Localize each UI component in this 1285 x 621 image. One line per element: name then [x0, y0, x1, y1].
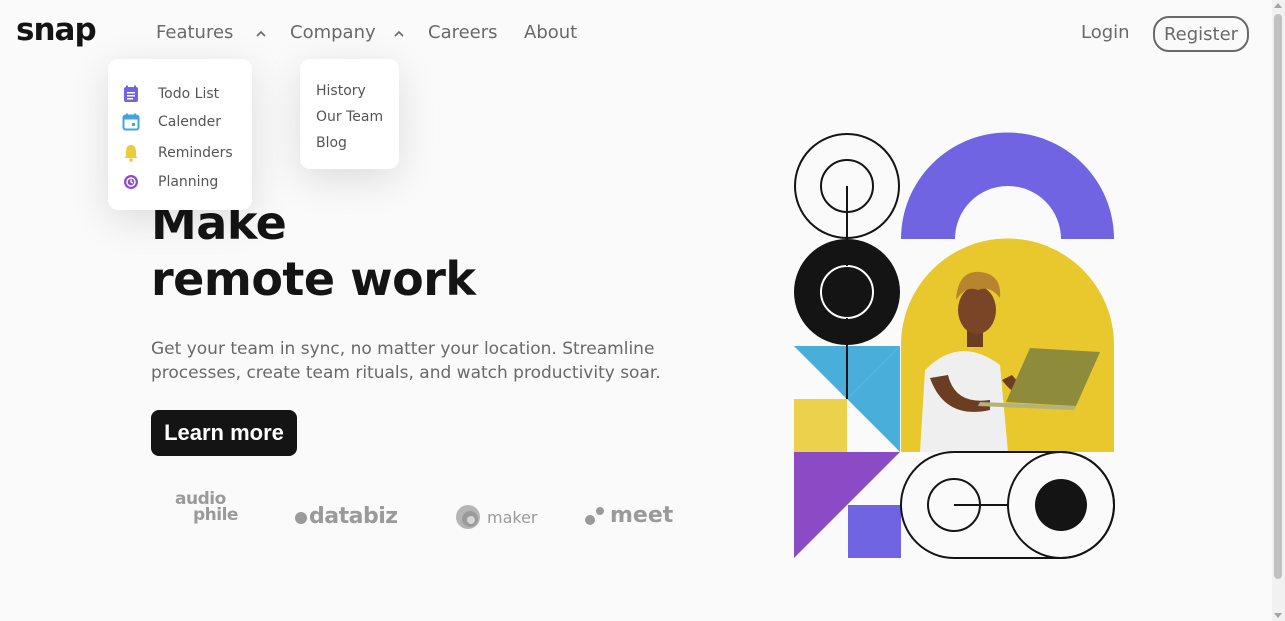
databiz-text: databiz: [309, 504, 398, 529]
hero-illustration: [780, 120, 1125, 569]
chevron-up-icon[interactable]: [255, 28, 267, 40]
company-dropdown: History Our Team Blog: [300, 59, 399, 169]
menu-item-label: Planning: [158, 174, 219, 190]
hero-subtitle: Get your team in sync, no matter your lo…: [151, 339, 661, 383]
menu-item-calender[interactable]: Calender: [122, 113, 221, 131]
learn-more-button[interactable]: Learn more: [151, 410, 297, 456]
menu-item-todo-list[interactable]: Todo List: [122, 85, 219, 103]
bell-icon: [122, 144, 140, 162]
hero-title: Make remote work: [151, 195, 476, 307]
client-databiz-logo: databiz: [294, 504, 398, 529]
scroll-up-arrow-icon[interactable]: [1274, 3, 1282, 8]
nav-careers[interactable]: Careers: [428, 22, 498, 43]
audiophile-line2: phile: [193, 505, 238, 525]
calendar-icon: [122, 113, 140, 131]
snap-logo[interactable]: snap: [16, 12, 97, 48]
todo-icon: [122, 85, 140, 103]
menu-item-label: Reminders: [158, 145, 233, 161]
menu-item-our-team[interactable]: Our Team: [316, 109, 383, 125]
hero-title-line2: remote work: [151, 252, 476, 306]
menu-item-label: Calender: [158, 114, 221, 130]
menu-item-planning[interactable]: Planning: [122, 173, 218, 191]
login-link[interactable]: Login: [1081, 22, 1130, 43]
register-button[interactable]: Register: [1153, 16, 1249, 52]
nav-about[interactable]: About: [524, 22, 577, 43]
page-scrollbar[interactable]: [1272, 0, 1285, 621]
scroll-thumb[interactable]: [1274, 14, 1282, 579]
menu-item-blog[interactable]: Blog: [316, 135, 347, 151]
client-meet-logo: meet: [584, 503, 673, 528]
nav-company[interactable]: Company: [290, 22, 376, 43]
planning-icon: [122, 173, 140, 191]
features-dropdown: Todo List Calender Reminders Planning: [108, 59, 252, 210]
meet-text: meet: [610, 503, 674, 528]
scroll-down-arrow-icon[interactable]: [1274, 613, 1282, 618]
menu-item-reminders[interactable]: Reminders: [122, 144, 233, 162]
nav-features[interactable]: Features: [156, 22, 233, 43]
maker-text: maker: [487, 507, 538, 527]
menu-item-label: Todo List: [158, 86, 220, 102]
menu-item-history[interactable]: History: [316, 83, 366, 99]
client-maker-logo: maker: [455, 504, 538, 530]
chevron-up-icon[interactable]: [393, 28, 405, 40]
client-audiophile-logo: audio phile: [175, 491, 238, 525]
